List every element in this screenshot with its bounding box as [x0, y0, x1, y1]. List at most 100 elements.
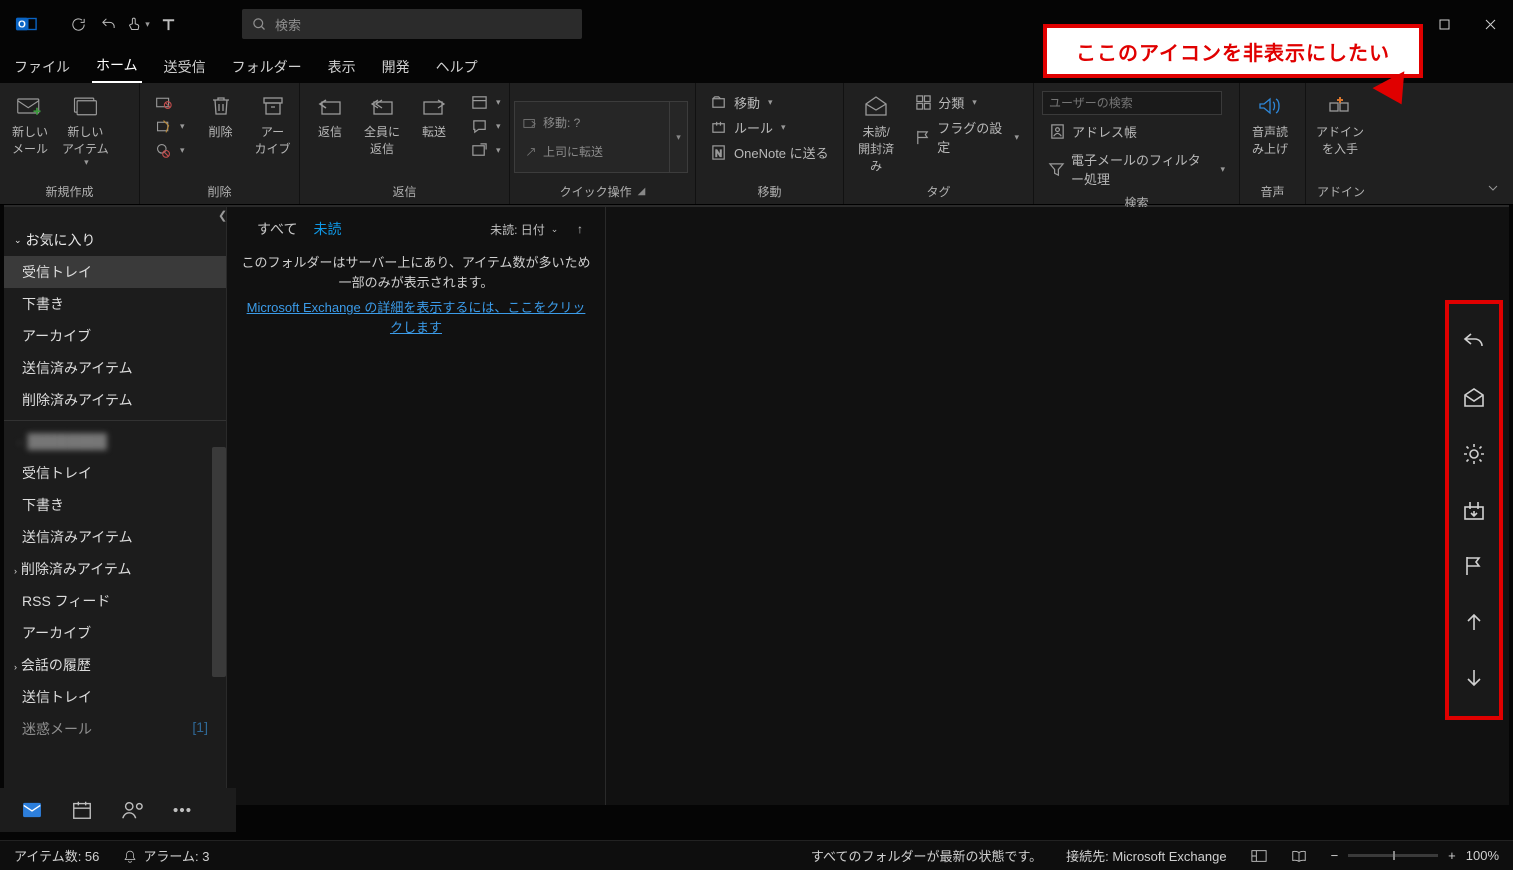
list-info-text: このフォルダーはサーバー上にあり、アイテム数が多いため一部のみが表示されます。 [227, 243, 605, 294]
acct-junk[interactable]: 迷惑メール[1] [4, 713, 226, 745]
filter-email-button[interactable]: 電子メールのフィルター処理▾ [1042, 148, 1231, 190]
zoom-control[interactable]: − + 100% [1331, 848, 1499, 863]
touch-mode-icon[interactable]: ▾ [124, 10, 152, 38]
acct-sent[interactable]: 送信済みアイテム [4, 521, 226, 553]
list-tab-unread[interactable]: 未読 [305, 215, 349, 243]
vtb-up-icon[interactable] [1456, 604, 1492, 640]
fav-archive[interactable]: アーカイブ [4, 320, 226, 352]
exchange-detail-link[interactable]: Microsoft Exchange の詳細を表示するには、ここをクリックします [227, 294, 605, 343]
forward-button[interactable]: 転送 [408, 89, 460, 142]
zoom-in[interactable]: + [1448, 848, 1456, 863]
envelope-open-icon [860, 91, 892, 121]
acct-outbox[interactable]: 送信トレイ [4, 681, 226, 713]
list-tab-all[interactable]: すべて [249, 215, 305, 243]
nav-more-icon[interactable] [168, 796, 196, 824]
dialog-launcher-icon[interactable]: ◢ [638, 186, 646, 197]
vtb-flag-icon[interactable] [1456, 548, 1492, 584]
new-item-button[interactable]: 新しい アイテム▾ [56, 89, 115, 170]
unread-button[interactable]: 未読/ 開封済み [848, 89, 904, 176]
status-alarm[interactable]: アラーム: 3 [123, 846, 209, 865]
reply-button[interactable]: 返信 [304, 89, 356, 142]
group-quick: クイック操作◢ [510, 181, 695, 204]
ribbon-collapse-icon[interactable] [1479, 178, 1507, 198]
group-new: 新規作成 [0, 181, 139, 204]
tab-view[interactable]: 表示 [324, 51, 360, 83]
fav-deleted[interactable]: 削除済みアイテム [4, 384, 226, 416]
nav-mail-icon[interactable] [18, 796, 46, 824]
vtb-envelope-icon[interactable] [1456, 380, 1492, 416]
nav-calendar-icon[interactable] [68, 796, 96, 824]
main-area: ❮ ⌄お気に入り 受信トレイ 下書き アーカイブ 送信済みアイテム 削除済みアイ… [4, 205, 1509, 805]
vtb-sun-icon[interactable] [1456, 436, 1492, 472]
archive-button[interactable]: アー カイブ [247, 89, 299, 159]
quick-steps-box[interactable]: 移動: ? 上司に転送 [514, 101, 670, 173]
outlook-app-icon: O [6, 4, 46, 44]
tab-help[interactable]: ヘルプ [432, 51, 482, 83]
acct-drafts[interactable]: 下書き [4, 489, 226, 521]
address-book-button[interactable]: アドレス帳 [1042, 120, 1231, 143]
im-button[interactable]: ▾ [464, 115, 507, 137]
fav-drafts[interactable]: 下書き [4, 288, 226, 320]
acct-rss[interactable]: RSS フィード [4, 585, 226, 617]
rules-icon [710, 119, 728, 137]
cleanup-button[interactable]: ▾ [148, 115, 191, 137]
undo-icon[interactable] [94, 10, 122, 38]
move-button[interactable]: 移動▾ [704, 91, 835, 114]
address-book-icon [1048, 123, 1066, 141]
more-respond-button[interactable]: ▾ [464, 139, 507, 161]
status-bar: アイテム数: 56 アラーム: 3 すべてのフォルダーが最新の状態です。 接続先… [0, 840, 1513, 870]
reply-icon [314, 91, 346, 121]
favorites-header[interactable]: ⌄お気に入り [4, 224, 226, 256]
meeting-button[interactable]: ▾ [464, 91, 507, 113]
ignore-button[interactable] [148, 91, 191, 113]
collapse-nav-icon[interactable]: ❮ [212, 207, 226, 224]
reply-all-button[interactable]: 全員に 返信 [356, 89, 408, 159]
nav-scrollbar[interactable] [212, 447, 226, 677]
forward-icon [418, 91, 450, 121]
maximize-button[interactable] [1421, 4, 1467, 44]
fav-sent[interactable]: 送信済みアイテム [4, 352, 226, 384]
categorize-button[interactable]: 分類▾ [908, 91, 1025, 114]
delete-button[interactable]: 削除 [195, 89, 247, 142]
onenote-button[interactable]: NOneNote に送る [704, 141, 835, 164]
vtb-down-icon[interactable] [1456, 660, 1492, 696]
reading-pane [606, 207, 1509, 805]
junk-button[interactable]: ▾ [148, 139, 191, 161]
get-addins-button[interactable]: アドイン を入手 [1310, 89, 1370, 159]
tab-developer[interactable]: 開発 [378, 51, 414, 83]
message-list: すべて 未読 未読: 日付⌄ ↑ このフォルダーはサーバー上にあり、アイテム数が… [226, 207, 606, 805]
nav-people-icon[interactable] [118, 796, 146, 824]
qat-customize-icon[interactable] [154, 10, 182, 38]
acct-deleted[interactable]: › 削除済みアイテム [4, 553, 226, 585]
zoom-out[interactable]: − [1331, 848, 1339, 863]
tab-home[interactable]: ホーム [92, 49, 142, 83]
group-reply: 返信 [300, 181, 509, 204]
new-mail-button[interactable]: 新しい メール [4, 89, 56, 159]
find-contact-input[interactable] [1042, 91, 1222, 115]
search-input[interactable]: 検索 [242, 9, 582, 39]
tab-folder[interactable]: フォルダー [228, 51, 306, 83]
quick-step-move[interactable]: 移動: ? [523, 114, 661, 131]
rules-button[interactable]: ルール▾ [704, 116, 835, 139]
acct-archive[interactable]: アーカイブ [4, 617, 226, 649]
acct-inbox[interactable]: 受信トレイ [4, 457, 226, 489]
quick-step-boss[interactable]: 上司に転送 [523, 143, 661, 160]
list-filter[interactable]: 未読: 日付⌄ ↑ [490, 221, 583, 238]
flag-button[interactable]: フラグの設定▾ [908, 116, 1025, 158]
trash-icon [205, 91, 237, 121]
vtb-archive-icon[interactable] [1456, 492, 1492, 528]
quick-steps-expand[interactable]: ▾ [670, 101, 688, 173]
tab-file[interactable]: ファイル [10, 51, 74, 83]
account-header[interactable]: ⌄████████ [4, 425, 226, 457]
sync-icon[interactable] [64, 10, 92, 38]
view-normal-icon[interactable] [1251, 849, 1267, 863]
tab-sendreceive[interactable]: 送受信 [160, 51, 210, 83]
group-tag: タグ [844, 181, 1033, 204]
vtb-reply-icon[interactable] [1456, 324, 1492, 360]
read-aloud-button[interactable]: 音声読 み上げ [1244, 89, 1296, 159]
fav-inbox[interactable]: 受信トレイ [4, 256, 226, 288]
close-button[interactable] [1467, 4, 1513, 44]
acct-conversation[interactable]: › 会話の履歴 [4, 649, 226, 681]
view-reading-icon[interactable] [1291, 849, 1307, 863]
zoom-slider[interactable] [1348, 854, 1438, 857]
